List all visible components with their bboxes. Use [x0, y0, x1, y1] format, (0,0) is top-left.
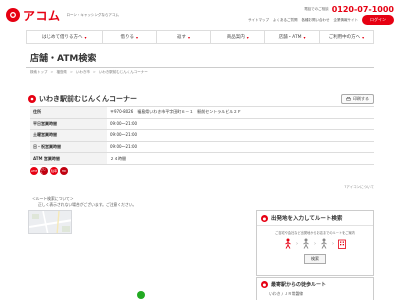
breadcrumb-item[interactable]: 福島県	[56, 70, 67, 75]
row-key: 住所	[30, 106, 107, 119]
map-image	[29, 211, 71, 233]
nav-item-products[interactable]: 商品案内 ▾	[210, 31, 264, 43]
nav-label: 商品案内	[226, 35, 245, 40]
row-value: 〒970-8026 福島県いわき市平字田町６－１ 駅前セントラルビル２Ｆ	[107, 106, 374, 119]
tel-label: 電話でのご相談	[304, 7, 329, 11]
route-search-subtitle: ご自宅や会社など出発地からお店までのルートをご案内	[275, 231, 355, 235]
nav-label: はじめて借りる方へ	[42, 35, 83, 40]
header-right: 電話でのご相談 0120-07-1000 サイトマップ よくあるご質問 各種お問…	[248, 5, 394, 25]
main-nav: はじめて借りる方へ ▾ 借りる ▾ 返す ▾ 商品案内 ▾ 店舗・ATM ▾ ご利用中の方…	[26, 30, 374, 44]
route-search-panel: ● 出発地を入力してルート検索 ご自宅や会社など出発地からお店までのルートをご案…	[256, 210, 374, 276]
print-button[interactable]: 印刷する	[341, 94, 374, 104]
icon-description-link[interactable]: ?アイコンについて	[344, 185, 374, 190]
row-value: ２４時間	[107, 152, 374, 165]
title-divider	[26, 67, 374, 68]
breadcrumb: 検索トップ > 福島県 > いわき市 > いわき駅前むじんくんコーナー	[30, 70, 148, 75]
table-row: 住所 〒970-8026 福島県いわき市平字田町６－１ 駅前セントラルビル２Ｆ	[30, 106, 374, 119]
corporate-link[interactable]: 企業情報サイト	[334, 18, 359, 23]
mujinkun-icon: むじん	[40, 167, 48, 175]
nav-label: 返す	[177, 35, 186, 40]
row-key: ATM 営業時間	[30, 152, 107, 165]
store-marker-icon	[28, 95, 36, 103]
nav-label: ご利用中の方へ	[328, 35, 361, 40]
brand-name[interactable]: アコム	[23, 7, 61, 24]
breadcrumb-separator: >	[92, 70, 96, 74]
nearest-station-name[interactable]: いわき / ＪＲ常磐線	[257, 291, 373, 297]
chevron-down-icon: ▾	[246, 34, 249, 40]
nearest-station-header: ● 最寄駅からの徒歩ルート	[257, 278, 373, 291]
hd-icon: HD	[60, 167, 68, 175]
service-icons: ATM むじん 駐車 HD	[30, 167, 68, 175]
nav-item-repay[interactable]: 返す ▾	[155, 31, 210, 43]
printer-icon	[346, 97, 351, 101]
breadcrumb-separator: >	[50, 70, 54, 74]
tel-row: 電話でのご相談 0120-07-1000	[304, 5, 394, 14]
table-row: 土曜営業時間 09:00～21:00	[30, 129, 374, 142]
row-key: 平日営業時間	[30, 117, 107, 131]
table-row: ATM 営業時間 ２４時間	[30, 152, 374, 165]
breadcrumb-item[interactable]: 検索トップ	[30, 70, 48, 75]
map-thumbnail[interactable]	[28, 210, 72, 234]
nearest-station-title: 最寄駅からの徒歩ルート	[271, 282, 327, 288]
sitemap-link[interactable]: サイトマップ	[248, 18, 269, 23]
login-button[interactable]: ログイン	[362, 15, 394, 25]
map-pin-icon[interactable]	[137, 291, 145, 299]
row-key: 日・祝営業時間	[30, 140, 107, 154]
route-warning: 正しく表示されない場合がございます。ご注意ください。	[38, 202, 137, 207]
store-header: いわき駅前むじんくんコーナー 印刷する	[28, 92, 374, 106]
person-icon	[303, 238, 309, 249]
row-value: 09:00～21:00	[107, 129, 374, 142]
station-pin-icon: ●	[261, 281, 268, 288]
chevron-down-icon: ▾	[362, 34, 365, 40]
nav-label: 借りる	[120, 35, 134, 40]
route-search-header: ● 出発地を入力してルート検索	[257, 211, 373, 226]
header-links: サイトマップ よくあるご質問 各種お問い合わせ 企業情報サイト ログイン	[248, 15, 394, 25]
faq-link[interactable]: よくあるご質問	[273, 18, 298, 23]
building-icon	[338, 239, 346, 249]
acom-logo-icon[interactable]	[6, 8, 20, 22]
print-label: 印刷する	[353, 96, 369, 101]
walker-icon	[285, 238, 291, 249]
breadcrumb-current: いわき駅前むじんくんコーナー	[98, 70, 148, 74]
breadcrumb-item[interactable]: いわき市	[76, 70, 90, 75]
chevron-down-icon: ▾	[188, 34, 191, 40]
breadcrumb-separator: >	[69, 70, 73, 74]
row-value: 09:00～21:00	[107, 140, 374, 154]
arrow-icon: ›	[332, 240, 334, 247]
page: アコム ローン・キャッシングならアコム 電話でのご相談 0120-07-1000…	[0, 0, 400, 300]
nav-item-members[interactable]: ご利用中の方へ ▾	[318, 31, 373, 43]
arrow-icon: ›	[314, 240, 316, 247]
row-value: 09:00～21:00	[107, 117, 374, 131]
location-pin-icon: ●	[261, 214, 268, 222]
route-illustration: › › ›	[257, 238, 373, 249]
parking-icon: 駐車	[50, 167, 58, 175]
table-row: 日・祝営業時間 09:00～21:00	[30, 140, 374, 154]
nav-item-beginners[interactable]: はじめて借りる方へ ▾	[27, 31, 102, 43]
header: アコム ローン・キャッシングならアコム 電話でのご相談 0120-07-1000…	[0, 0, 400, 30]
route-search-title: 出発地を入力してルート検索	[271, 216, 343, 222]
row-key: 土曜営業時間	[30, 129, 107, 142]
table-row: 平日営業時間 09:00～21:00	[30, 117, 374, 131]
store-name: いわき駅前むじんくんコーナー	[39, 95, 137, 103]
atm-icon: ATM	[30, 167, 38, 175]
chevron-down-icon: ▾	[303, 34, 306, 40]
page-title: 店舗・ATM検索	[30, 54, 97, 64]
arrow-icon: ›	[296, 240, 298, 247]
route-search-button[interactable]: 検索	[304, 254, 326, 264]
chevron-down-icon: ▾	[84, 34, 87, 40]
icon-desc-label: アイコンについて	[346, 185, 374, 189]
nav-label: 店舗・ATM	[278, 35, 302, 40]
tel-number[interactable]: 0120-07-1000	[332, 5, 394, 14]
person-icon	[321, 238, 327, 249]
nearest-station-panel: ● 最寄駅からの徒歩ルート いわき / ＪＲ常磐線	[256, 277, 374, 300]
tagline: ローン・キャッシングならアコム	[66, 12, 119, 17]
contact-link[interactable]: 各種お問い合わせ	[302, 18, 330, 23]
nav-item-stores[interactable]: 店舗・ATM ▾	[264, 31, 318, 43]
store-info-table: 住所 〒970-8026 福島県いわき市平字田町６－１ 駅前セントラルビル２Ｆ 平…	[30, 106, 374, 165]
chevron-down-icon: ▾	[135, 34, 138, 40]
nav-item-borrow[interactable]: 借りる ▾	[101, 31, 156, 43]
